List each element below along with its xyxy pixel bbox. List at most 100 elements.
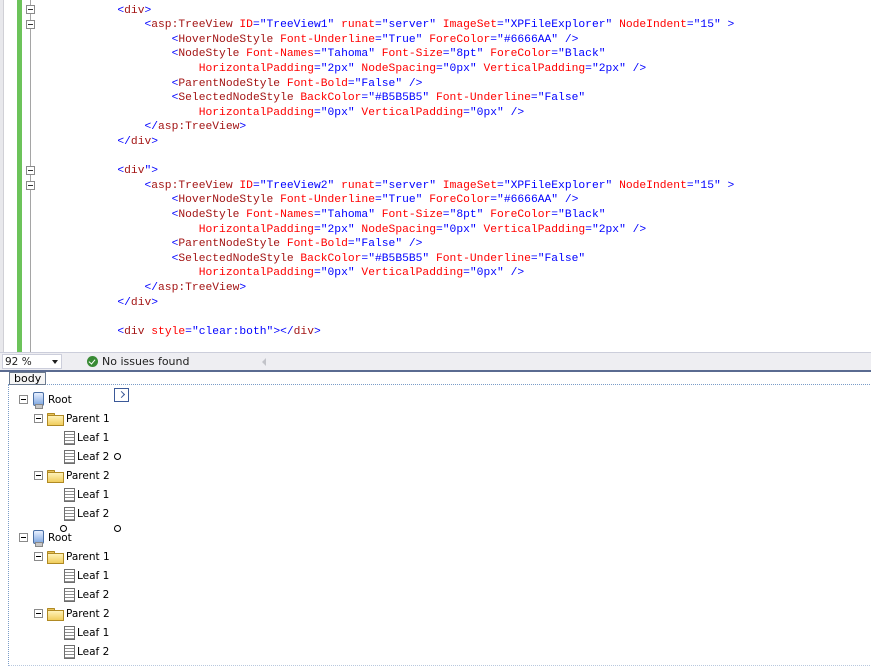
code-line[interactable]: <SelectedNodeStyle BackColor="#B5B5B5" F… xyxy=(36,252,586,267)
tree-node-root[interactable]: Root xyxy=(19,528,72,547)
node-label[interactable]: Leaf 2 xyxy=(77,508,109,520)
selection-handle[interactable] xyxy=(114,453,121,460)
chevron-down-icon[interactable] xyxy=(52,360,58,364)
tree-node-parent[interactable]: Parent 2 xyxy=(34,466,110,485)
code-line[interactable]: <div> xyxy=(36,4,151,19)
code-line[interactable]: <NodeStyle Font-Names="Tahoma" Font-Size… xyxy=(36,47,606,62)
node-label[interactable]: Root xyxy=(48,532,72,544)
tree-node-leaf[interactable]: Leaf 2 xyxy=(63,447,109,466)
code-token: </ xyxy=(144,121,159,134)
code-line[interactable]: </asp:TreeView> xyxy=(36,281,246,296)
code-line[interactable]: HorizontalPadding="2px" NodeSpacing="0px… xyxy=(36,223,647,238)
code-line[interactable]: </div> xyxy=(36,296,158,311)
code-line[interactable]: <HoverNodeStyle Font-Underline="True" Fo… xyxy=(36,193,579,208)
tree-node-leaf[interactable]: Leaf 1 xyxy=(63,428,109,447)
code-line[interactable]: <NodeStyle Font-Names="Tahoma" Font-Size… xyxy=(36,208,606,223)
node-label[interactable]: Leaf 2 xyxy=(77,451,109,463)
zoom-dropdown[interactable]: 92 % xyxy=(2,354,62,369)
code-token: "clear:both" xyxy=(191,325,274,338)
code-token: "#6666AA" xyxy=(497,33,559,46)
computer-icon xyxy=(32,392,45,409)
tree-node-leaf[interactable]: Leaf 2 xyxy=(63,585,109,604)
code-token: Font-Bold xyxy=(286,77,348,90)
document-icon xyxy=(63,431,75,445)
selection-handle[interactable] xyxy=(114,525,121,532)
code-token: NodeSpacing xyxy=(361,62,436,75)
code-token: HoverNodeStyle xyxy=(178,33,274,46)
code-token: runat xyxy=(341,19,375,32)
tree-node-leaf[interactable]: Leaf 1 xyxy=(63,566,109,585)
code-line[interactable]: <asp:TreeView ID="TreeView1" runat="serv… xyxy=(36,18,734,33)
code-line[interactable]: <asp:TreeView ID="TreeView2" runat="serv… xyxy=(36,179,734,194)
code-line[interactable]: <SelectedNodeStyle BackColor="#B5B5B5" F… xyxy=(36,91,586,106)
code-line[interactable]: HorizontalPadding="0px" VerticalPadding=… xyxy=(36,266,524,281)
code-line[interactable]: </div> xyxy=(36,135,158,150)
code-line[interactable]: <ParentNodeStyle Font-Bold="False" /> xyxy=(36,237,423,252)
node-label[interactable]: Leaf 2 xyxy=(77,646,109,658)
code-token: "2px" xyxy=(591,223,626,236)
tree-node-leaf[interactable]: Leaf 1 xyxy=(63,485,109,504)
code-line[interactable]: <div"> xyxy=(36,164,158,179)
node-label[interactable]: Leaf 1 xyxy=(77,489,109,501)
code-token: SelectedNodeStyle xyxy=(178,252,294,265)
node-label[interactable]: Leaf 1 xyxy=(77,570,109,582)
code-line[interactable]: <div style="clear:both"></div> xyxy=(36,325,320,340)
issues-status[interactable]: No issues found xyxy=(102,355,189,368)
node-label[interactable]: Leaf 1 xyxy=(77,432,109,444)
scroll-left-icon[interactable] xyxy=(262,358,266,366)
tree-node-parent[interactable]: Parent 1 xyxy=(34,547,110,566)
node-label[interactable]: Parent 1 xyxy=(66,413,110,425)
node-label[interactable]: Parent 1 xyxy=(66,551,110,563)
tree-node-leaf[interactable]: Leaf 2 xyxy=(63,504,109,523)
code-line[interactable]: <HoverNodeStyle Font-Underline="True" Fo… xyxy=(36,33,579,48)
node-label[interactable]: Root xyxy=(48,394,72,406)
code-token: "#B5B5B5" xyxy=(368,252,430,265)
code-token: = xyxy=(185,325,192,338)
collapse-icon[interactable] xyxy=(34,414,43,423)
code-token: "15" xyxy=(693,179,721,192)
collapse-region-icon[interactable] xyxy=(26,166,35,175)
code-token: BackColor xyxy=(300,92,362,105)
source-editor[interactable]: <div> <asp:TreeView ID="TreeView1" runat… xyxy=(0,0,871,352)
design-surface[interactable]: body Root Parent 1 Leaf 1 Leaf 2 Parent … xyxy=(0,372,871,670)
collapse-icon[interactable] xyxy=(19,533,28,542)
tree-node-parent[interactable]: Parent 1 xyxy=(34,409,110,428)
code-line[interactable]: HorizontalPadding="0px" VerticalPadding=… xyxy=(36,106,524,121)
node-label[interactable]: Parent 2 xyxy=(66,470,110,482)
code-token: "TreeView1" xyxy=(259,19,335,32)
code-token: = xyxy=(313,48,321,61)
node-label[interactable]: Leaf 1 xyxy=(77,627,109,639)
code-token: "2px" xyxy=(320,223,355,236)
code-token: "True" xyxy=(381,33,423,46)
code-line[interactable]: <ParentNodeStyle Font-Bold="False" /> xyxy=(36,77,423,92)
code-token: = xyxy=(313,267,321,280)
tree-node-root[interactable]: Root xyxy=(19,390,72,409)
tree-node-leaf[interactable]: Leaf 1 xyxy=(63,623,109,642)
code-token: div xyxy=(130,135,152,148)
collapse-icon[interactable] xyxy=(34,609,43,618)
collapse-region-icon[interactable] xyxy=(26,181,35,190)
code-token: = xyxy=(463,106,470,119)
code-token: ImageSet xyxy=(442,179,498,192)
collapse-icon[interactable] xyxy=(19,395,28,404)
smart-tag-arrow-icon[interactable] xyxy=(114,388,129,402)
code-token: "XPFileExplorer" xyxy=(503,179,613,192)
collapse-region-icon[interactable] xyxy=(26,20,35,29)
body-tag-label[interactable]: body xyxy=(9,372,47,385)
collapse-icon[interactable] xyxy=(34,471,43,480)
node-label[interactable]: Parent 2 xyxy=(66,608,110,620)
code-token: Font-Underline xyxy=(436,252,531,265)
code-token: ParentNodeStyle xyxy=(178,77,281,90)
tree-node-parent[interactable]: Parent 2 xyxy=(34,604,110,623)
collapse-icon[interactable] xyxy=(34,552,43,561)
tree-node-leaf[interactable]: Leaf 2 xyxy=(63,642,109,661)
node-label[interactable]: Leaf 2 xyxy=(77,589,109,601)
code-line[interactable]: </asp:TreeView> xyxy=(36,120,246,135)
code-token: = xyxy=(585,62,592,75)
code-line[interactable]: HorizontalPadding="2px" NodeSpacing="0px… xyxy=(36,62,647,77)
collapse-region-icon[interactable] xyxy=(26,5,35,14)
